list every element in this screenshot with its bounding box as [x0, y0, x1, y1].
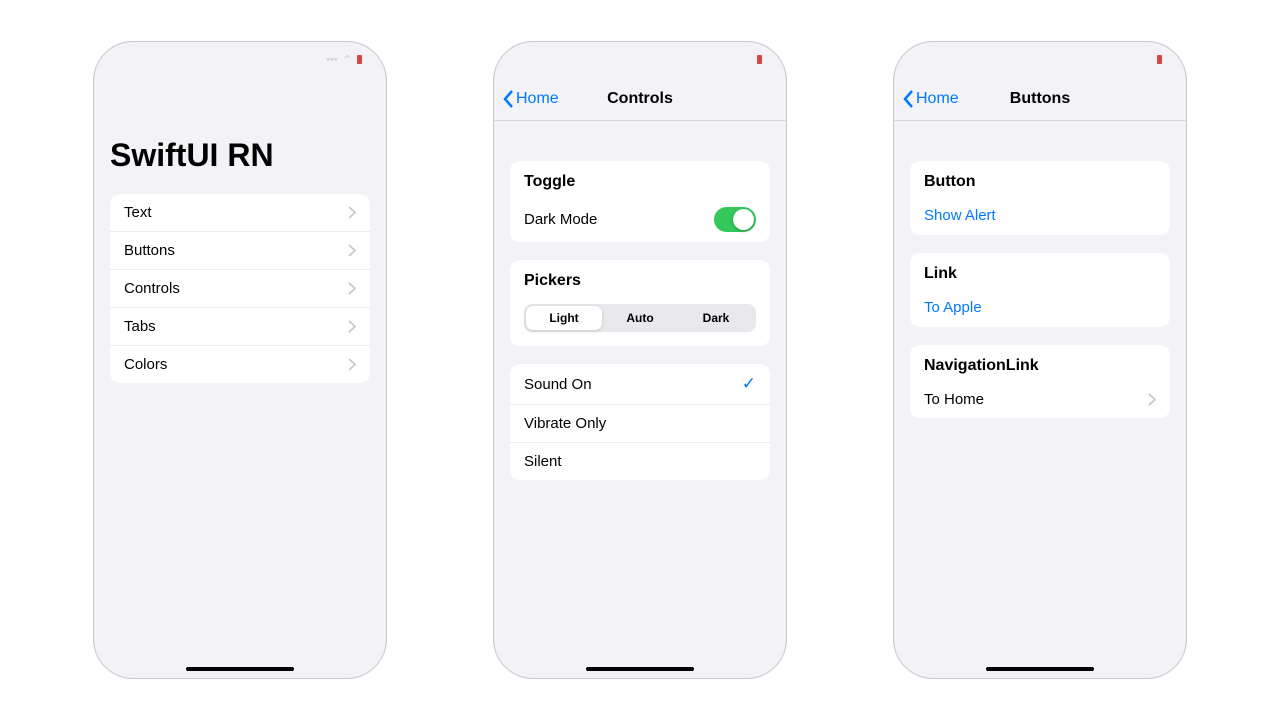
nav-title: Controls — [607, 90, 673, 108]
section-header: Toggle — [510, 161, 770, 197]
segmented-control[interactable]: Light Auto Dark — [524, 304, 756, 332]
segment-dark[interactable]: Dark — [678, 306, 754, 330]
menu-item-controls[interactable]: Controls — [110, 270, 370, 308]
phone-home: ••• ⌃ SwiftUI RN Text Buttons Controls T… — [93, 41, 387, 679]
menu-item-buttons[interactable]: Buttons — [110, 232, 370, 270]
option-label: Sound On — [524, 376, 592, 393]
back-button[interactable]: Home — [502, 89, 559, 109]
segment-auto[interactable]: Auto — [602, 306, 678, 330]
show-alert-button[interactable]: Show Alert — [910, 197, 1170, 235]
content-area: Button Show Alert Link To Apple Navigati… — [894, 121, 1186, 678]
battery-icon — [357, 55, 362, 64]
home-indicator[interactable] — [186, 667, 294, 671]
nav-title: Buttons — [1010, 90, 1070, 108]
sound-list: Sound On ✓ Vibrate Only Silent — [510, 364, 770, 480]
nav-bar: Home Controls — [494, 77, 786, 121]
button-card: Button Show Alert — [910, 161, 1170, 235]
menu-label: Buttons — [124, 242, 175, 259]
home-indicator[interactable] — [986, 667, 1094, 671]
menu-item-tabs[interactable]: Tabs — [110, 308, 370, 346]
option-silent[interactable]: Silent — [510, 443, 770, 480]
to-home-navlink[interactable]: To Home — [910, 381, 1170, 418]
link-card: Link To Apple — [910, 253, 1170, 327]
menu-label: Colors — [124, 356, 167, 373]
option-label: Silent — [524, 453, 562, 470]
back-label: Home — [916, 90, 959, 108]
menu-label: Text — [124, 204, 152, 221]
button-label: Show Alert — [924, 207, 996, 224]
navlink-card: NavigationLink To Home — [910, 345, 1170, 418]
nav-bar: Home Buttons — [894, 77, 1186, 121]
chevron-left-icon — [502, 89, 514, 109]
back-label: Home — [516, 90, 559, 108]
toggle-label: Dark Mode — [524, 211, 597, 228]
chevron-right-icon — [348, 358, 356, 371]
pickers-card: Pickers Light Auto Dark — [510, 260, 770, 346]
menu-item-text[interactable]: Text — [110, 194, 370, 232]
checkmark-icon: ✓ — [742, 374, 756, 394]
section-header: Button — [910, 161, 1170, 197]
status-bar — [494, 42, 786, 77]
toggle-row: Dark Mode — [510, 197, 770, 242]
phone-controls: Home Controls Toggle Dark Mode Pickers L… — [493, 41, 787, 679]
to-apple-link[interactable]: To Apple — [910, 289, 1170, 327]
chevron-right-icon — [348, 206, 356, 219]
status-bar: ••• ⌃ — [94, 42, 386, 77]
toggle-card: Toggle Dark Mode — [510, 161, 770, 242]
chevron-right-icon — [348, 320, 356, 333]
home-indicator[interactable] — [586, 667, 694, 671]
status-bar — [894, 42, 1186, 77]
chevron-right-icon — [348, 244, 356, 257]
link-label: To Apple — [924, 299, 982, 316]
toggle-knob — [733, 209, 754, 230]
option-vibrate[interactable]: Vibrate Only — [510, 405, 770, 443]
menu-label: Controls — [124, 280, 180, 297]
phone-buttons: Home Buttons Button Show Alert Link To A… — [893, 41, 1187, 679]
page-title: SwiftUI RN — [94, 77, 386, 194]
dark-mode-toggle[interactable] — [714, 207, 756, 232]
section-header: NavigationLink — [910, 345, 1170, 381]
content-area: SwiftUI RN Text Buttons Controls Tabs Co… — [94, 77, 386, 678]
status-icons — [1157, 55, 1162, 64]
chevron-right-icon — [348, 282, 356, 295]
chevron-right-icon — [1148, 393, 1156, 406]
signal-icon: ••• — [326, 54, 338, 66]
content-area: Toggle Dark Mode Pickers Light Auto Dark… — [494, 121, 786, 678]
chevron-left-icon — [902, 89, 914, 109]
menu-item-colors[interactable]: Colors — [110, 346, 370, 383]
segment-light[interactable]: Light — [526, 306, 602, 330]
status-icons — [757, 55, 762, 64]
battery-icon — [1157, 55, 1162, 64]
section-header: Link — [910, 253, 1170, 289]
status-icons: ••• ⌃ — [326, 53, 362, 66]
menu-list: Text Buttons Controls Tabs Colors — [110, 194, 370, 383]
back-button[interactable]: Home — [902, 89, 959, 109]
battery-icon — [757, 55, 762, 64]
navlink-label: To Home — [924, 391, 984, 408]
option-label: Vibrate Only — [524, 415, 606, 432]
option-sound-on[interactable]: Sound On ✓ — [510, 364, 770, 405]
menu-label: Tabs — [124, 318, 156, 335]
section-header: Pickers — [510, 260, 770, 296]
wifi-icon: ⌃ — [343, 53, 352, 66]
